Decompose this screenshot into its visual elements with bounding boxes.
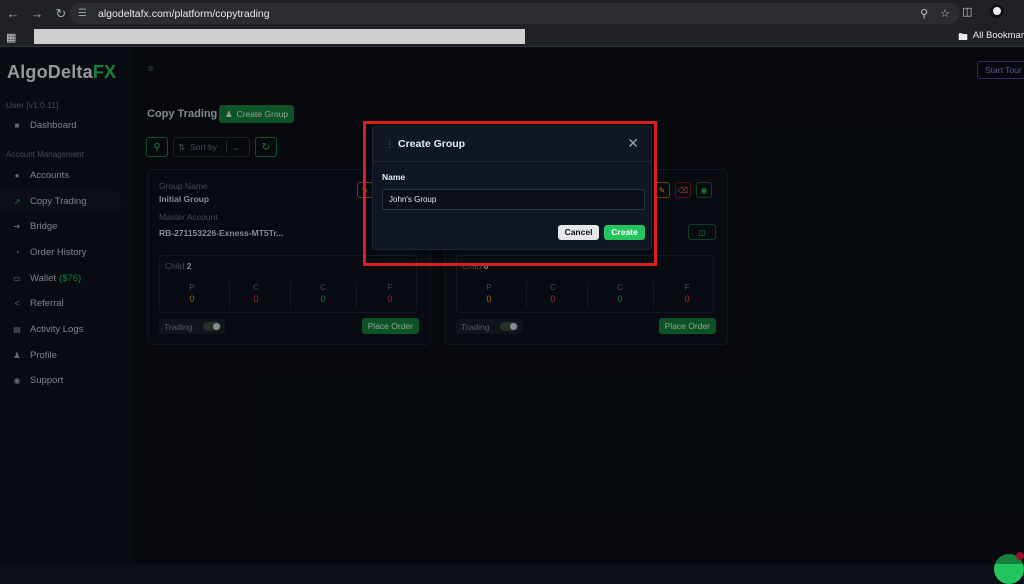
site-settings-icon[interactable]: ☰ (78, 8, 90, 19)
profile-avatar[interactable] (990, 4, 1005, 18)
annotation-highlight-box (363, 121, 657, 266)
extensions-area: ◫ (962, 4, 1005, 18)
bookmarks-bar: ▦ 🖿 All Bookmar (0, 27, 1024, 47)
bookmark-star-icon[interactable]: ☆ (940, 7, 950, 20)
omnibox-actions: ⚲ ☆ (920, 7, 950, 20)
apps-grid-icon[interactable]: ▦ (6, 31, 16, 44)
reload-icon[interactable]: ↻ (50, 3, 72, 25)
zoom-icon[interactable]: ⚲ (920, 7, 928, 20)
bookmarks-redacted (34, 29, 525, 44)
extensions-icon[interactable]: ◫ (962, 5, 972, 18)
address-bar[interactable]: ☰ algodeltafx.com/platform/copytrading ⚲… (70, 3, 960, 24)
all-bookmarks[interactable]: 🖿 All Bookmar (958, 30, 1024, 46)
browser-toolbar: ← → ↻ ☰ algodeltafx.com/platform/copytra… (0, 0, 1024, 27)
forward-icon[interactable]: → (26, 3, 48, 25)
all-bookmarks-label: All Bookmar (972, 30, 1024, 41)
folder-icon: 🖿 (958, 32, 968, 43)
url-text: algodeltafx.com/platform/copytrading (98, 7, 270, 20)
back-icon[interactable]: ← (2, 3, 24, 25)
